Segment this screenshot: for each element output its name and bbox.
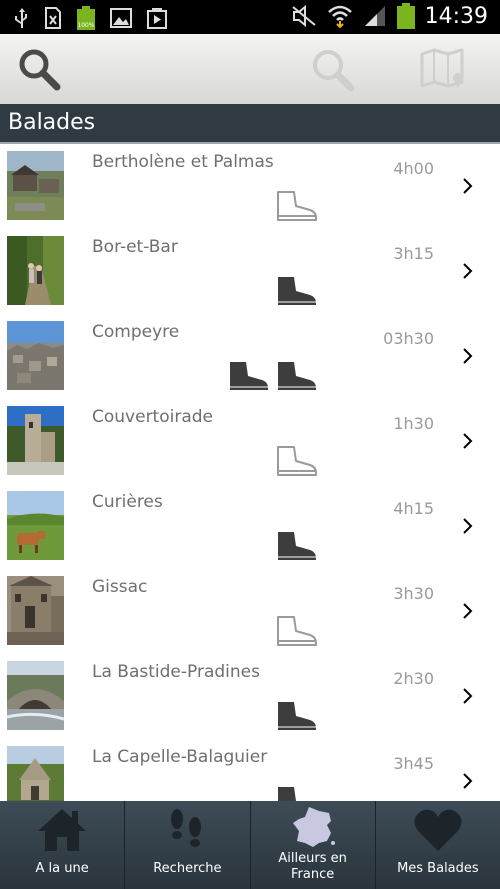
balade-name: La Capelle-Balaguier bbox=[92, 747, 268, 767]
balade-duration: 1h30 bbox=[393, 414, 434, 433]
list-item[interactable]: Couvertoirade 1h30 bbox=[0, 399, 500, 484]
usb-icon bbox=[15, 8, 27, 28]
boot-outline-icon bbox=[277, 616, 317, 646]
balade-duration: 4h15 bbox=[393, 499, 434, 518]
chevron-right-icon bbox=[463, 348, 473, 364]
gallery-icon bbox=[110, 8, 132, 28]
list-item[interactable]: Curières 4h15 bbox=[0, 484, 500, 569]
difficulty-boots bbox=[226, 358, 318, 392]
balade-thumbnail bbox=[7, 151, 64, 220]
search-button[interactable] bbox=[16, 46, 62, 92]
list-item[interactable]: Gissac 3h30 bbox=[0, 569, 500, 654]
map-icon bbox=[420, 48, 464, 88]
tab-label: Mes Balades bbox=[397, 861, 479, 876]
france-map-icon bbox=[292, 807, 335, 847]
chevron-right-icon bbox=[463, 263, 473, 279]
balade-thumbnail bbox=[7, 491, 64, 560]
balade-duration: 2h30 bbox=[393, 669, 434, 688]
section-header: Balades bbox=[0, 104, 500, 144]
clock: 14:39 bbox=[424, 3, 488, 29]
chevron-right-icon bbox=[463, 433, 473, 449]
boot-filled-icon bbox=[278, 362, 316, 390]
difficulty-boots bbox=[274, 188, 318, 222]
chevron-right-icon bbox=[463, 603, 473, 619]
boot-filled-icon bbox=[278, 702, 316, 730]
balade-thumbnail bbox=[7, 406, 64, 475]
status-bar: 100% 14:39 bbox=[0, 0, 500, 34]
balade-duration: 3h15 bbox=[393, 244, 434, 263]
zoom-button[interactable] bbox=[309, 46, 355, 92]
balade-thumbnail bbox=[7, 576, 64, 645]
balade-thumbnail bbox=[7, 661, 64, 730]
chevron-right-icon bbox=[463, 688, 473, 704]
tab-a-la-une[interactable]: A la une bbox=[0, 801, 124, 889]
boot-outline-icon bbox=[277, 446, 317, 476]
balade-name: Bor-et-Bar bbox=[92, 237, 178, 257]
svg-text:100%: 100% bbox=[77, 22, 94, 29]
balade-name: Curières bbox=[92, 492, 163, 512]
tab-label: A la une bbox=[35, 861, 89, 876]
balades-list: Bertholène et Palmas 4h00 Bor-et-Bar 3h1… bbox=[0, 144, 500, 801]
chevron-right-icon bbox=[463, 518, 473, 534]
wifi-icon bbox=[327, 5, 352, 28]
list-item[interactable]: Bertholène et Palmas 4h00 bbox=[0, 144, 500, 229]
list-item[interactable]: La Bastide-Pradines 2h30 bbox=[0, 654, 500, 739]
sim-icon bbox=[45, 7, 61, 29]
status-icons-right: 14:39 bbox=[291, 3, 488, 29]
play-store-icon bbox=[147, 8, 167, 29]
chevron-right-icon bbox=[463, 773, 473, 789]
mute-icon bbox=[291, 5, 316, 27]
balade-duration: 3h45 bbox=[393, 754, 434, 773]
tab-label: Ailleurs en France bbox=[278, 851, 347, 882]
status-icons-left: 100% bbox=[14, 6, 168, 30]
balade-duration: 4h00 bbox=[393, 159, 434, 178]
list-item[interactable]: La Capelle-Balaguier 3h45 bbox=[0, 739, 500, 801]
balade-thumbnail bbox=[7, 746, 64, 801]
balade-name: La Bastide-Pradines bbox=[92, 662, 260, 682]
balade-duration: 3h30 bbox=[393, 584, 434, 603]
heart-icon bbox=[414, 809, 462, 851]
balade-name: Compeyre bbox=[92, 322, 180, 342]
balade-name: Gissac bbox=[92, 577, 148, 597]
difficulty-boots bbox=[274, 698, 318, 732]
section-title: Balades bbox=[8, 110, 96, 135]
footprints-icon bbox=[171, 809, 202, 847]
bottom-tab-bar: A la une Recherche Ailleurs en France Me… bbox=[0, 801, 500, 889]
tab-label: Recherche bbox=[153, 861, 222, 876]
tab-recherche[interactable]: Recherche bbox=[124, 801, 249, 889]
zoom-icon bbox=[313, 50, 355, 92]
balade-name: Bertholène et Palmas bbox=[92, 152, 274, 172]
signal-icon bbox=[364, 6, 385, 26]
chevron-right-icon bbox=[463, 178, 473, 194]
balade-thumbnail bbox=[7, 236, 64, 305]
balade-thumbnail bbox=[7, 321, 64, 390]
boot-filled-icon bbox=[230, 362, 268, 390]
list-item[interactable]: Bor-et-Bar 3h15 bbox=[0, 229, 500, 314]
search-icon bbox=[19, 49, 61, 91]
battery-icon bbox=[396, 3, 415, 29]
list-item[interactable]: Compeyre 03h30 bbox=[0, 314, 500, 399]
difficulty-boots bbox=[274, 273, 318, 307]
difficulty-boots bbox=[274, 528, 318, 562]
difficulty-boots bbox=[274, 443, 318, 477]
boot-filled-icon bbox=[278, 277, 316, 305]
battery-full-icon: 100% bbox=[77, 6, 95, 30]
difficulty-boots bbox=[274, 613, 318, 647]
balade-name: Couvertoirade bbox=[92, 407, 214, 427]
boot-outline-icon bbox=[277, 191, 317, 221]
home-icon bbox=[38, 809, 87, 851]
boot-filled-icon bbox=[278, 787, 296, 801]
balade-duration: 03h30 bbox=[383, 329, 434, 348]
boot-filled-icon bbox=[278, 532, 316, 560]
tab-ailleurs-en-france[interactable]: Ailleurs en France bbox=[249, 801, 375, 889]
map-button[interactable] bbox=[420, 46, 466, 92]
tab-mes-balades[interactable]: Mes Balades bbox=[374, 801, 500, 889]
toolbar bbox=[0, 34, 500, 105]
difficulty-boots bbox=[274, 783, 318, 801]
